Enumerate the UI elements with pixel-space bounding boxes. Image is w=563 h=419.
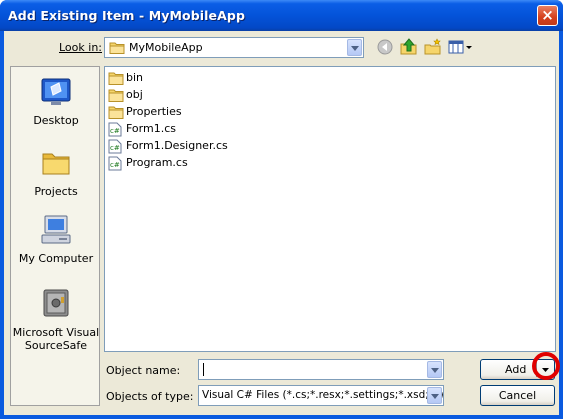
chevron-down-icon[interactable] [347, 39, 362, 56]
place-desktop[interactable]: Desktop [11, 75, 101, 127]
places-bar: Desktop Projects My Computer Microsoft V… [10, 66, 100, 406]
place-projects-label: Projects [34, 185, 78, 198]
folder-icon [108, 89, 124, 102]
cancel-button[interactable]: Cancel [480, 385, 555, 406]
file-name: Form1.Designer.cs [126, 139, 228, 152]
sourcesafe-icon [43, 289, 69, 317]
add-button-label: Add [505, 363, 527, 376]
place-projects[interactable]: Projects [11, 146, 101, 198]
look-in-value: MyMobileApp [129, 41, 203, 54]
title-bar[interactable]: Add Existing Item - MyMobileApp × [0, 0, 563, 31]
desktop-icon [41, 78, 71, 105]
folder-icon [109, 42, 125, 54]
svg-text:c#: c# [110, 161, 120, 169]
place-my-computer[interactable]: My Computer [11, 213, 101, 265]
csharp-file-icon: c# [108, 139, 122, 154]
csharp-file-icon: c# [108, 156, 122, 171]
place-desktop-label: Desktop [33, 114, 79, 127]
svg-text:c#: c# [110, 127, 120, 135]
place-sourcesafe-label: Microsoft Visual SourceSafe [12, 326, 100, 352]
add-existing-item-dialog: Add Existing Item - MyMobileApp × Look i… [0, 0, 563, 419]
folder-icon [42, 153, 70, 175]
look-in-label-text: Look in: [59, 41, 102, 54]
dialog-body: Look in: MyMobileApp Desktop Projects My… [4, 31, 559, 415]
object-name-label: Object name: [106, 364, 181, 377]
file-name: obj [126, 88, 143, 101]
look-in-label: Look in: [59, 41, 102, 54]
folder-icon [108, 72, 124, 85]
views-menu-icon[interactable] [448, 38, 474, 56]
chevron-down-icon[interactable] [427, 387, 442, 404]
look-in-dropdown[interactable]: MyMobileApp [104, 37, 364, 58]
file-name: Properties [126, 105, 182, 118]
file-name: bin [126, 71, 144, 84]
close-icon: × [541, 6, 554, 24]
file-name: Form1.cs [126, 122, 176, 135]
new-folder-icon[interactable] [424, 38, 442, 56]
object-type-value: Visual C# Files (*.cs;*.resx;*.settings;… [202, 389, 444, 401]
svg-text:c#: c# [110, 144, 120, 152]
object-name-field[interactable] [198, 359, 444, 380]
highlight-circle [532, 352, 560, 380]
computer-icon [41, 215, 71, 244]
chevron-down-icon[interactable] [427, 361, 442, 378]
place-sourcesafe[interactable]: Microsoft Visual SourceSafe [11, 287, 101, 352]
window-title: Add Existing Item - MyMobileApp [8, 8, 246, 23]
text-cursor [203, 363, 204, 376]
back-icon[interactable] [376, 38, 394, 56]
folder-icon [108, 106, 124, 119]
object-type-dropdown[interactable]: Visual C# Files (*.cs;*.resx;*.settings;… [198, 385, 444, 406]
file-list[interactable]: bin obj Properties c# Form1.cs c# Form1.… [104, 66, 556, 352]
object-type-label: Objects of type: [106, 390, 194, 403]
cancel-button-label: Cancel [498, 389, 537, 402]
file-name: Program.cs [126, 156, 188, 169]
place-my-computer-label: My Computer [18, 252, 94, 265]
close-button[interactable]: × [537, 5, 558, 26]
up-folder-icon[interactable] [400, 38, 418, 56]
csharp-file-icon: c# [108, 122, 122, 137]
